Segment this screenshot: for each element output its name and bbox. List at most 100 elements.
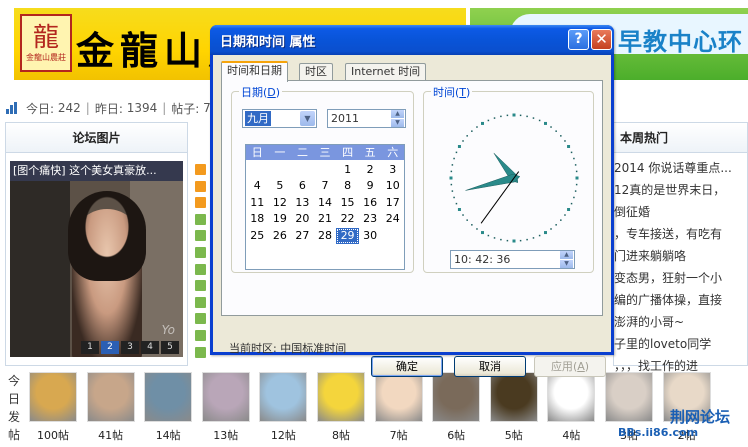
time-spinner[interactable]: 10: 42: 36 ▲ ▼	[450, 250, 575, 269]
poster-avatar[interactable]: 13帖	[200, 372, 252, 447]
calendar-day[interactable]: 3	[381, 162, 404, 178]
clock-minute-tick	[462, 214, 464, 216]
clock-minute-tick	[564, 140, 566, 142]
avatar[interactable]	[144, 372, 193, 422]
spin-down-icon[interactable]: ▼	[560, 260, 573, 268]
weekday-label: 二	[296, 146, 308, 159]
poster-avatar[interactable]: 4帖	[545, 372, 597, 447]
pager-page[interactable]: 5	[161, 341, 179, 354]
calendar-day[interactable]: 10	[381, 178, 404, 194]
calendar-day[interactable]: 26	[269, 228, 292, 244]
clock-minute-tick	[519, 239, 522, 242]
poster-avatar[interactable]: 14帖	[142, 372, 194, 447]
avatar[interactable]	[432, 372, 481, 422]
ok-button[interactable]: 确定	[371, 356, 443, 377]
tab-date-time[interactable]: 时间和日期	[221, 61, 288, 82]
site-brand[interactable]: 荆网论坛 BBs.ii86.com	[618, 404, 748, 447]
calendar-day[interactable]: 1	[336, 162, 359, 178]
calendar-day[interactable]: 18	[246, 211, 269, 227]
calendar-day[interactable]: 11	[246, 195, 269, 211]
rank-marker	[195, 329, 206, 341]
clock-minute-tick	[471, 224, 473, 226]
rank-marker	[195, 263, 206, 275]
poster-avatar[interactable]: 100帖	[27, 372, 79, 447]
hot-topic-link[interactable]: 门进来躺躺咯	[614, 245, 747, 267]
calendar-day[interactable]: 12	[269, 195, 292, 211]
poster-avatar[interactable]: 6帖	[430, 372, 482, 447]
calendar-day[interactable]: 16	[359, 195, 382, 211]
avatar[interactable]	[317, 372, 365, 422]
clock-minute-tick	[462, 140, 464, 142]
hot-topic-link[interactable]: 编的广播体操，直接	[614, 289, 747, 311]
calendar-day[interactable]: 19	[269, 211, 292, 227]
calendar-day[interactable]: 28	[314, 228, 337, 244]
calendar-day[interactable]: 15	[336, 195, 359, 211]
calendar-day[interactable]: 23	[359, 211, 382, 227]
poster-avatar[interactable]: 5帖	[488, 372, 540, 447]
calendar-day[interactable]: 27	[291, 228, 314, 244]
minute-hand	[465, 173, 521, 191]
current-timezone: 当前时区: 中国标准时间	[229, 340, 346, 356]
avatar[interactable]	[547, 372, 596, 422]
avatar[interactable]	[489, 372, 538, 422]
avatar[interactable]	[374, 372, 423, 422]
hot-topic-link[interactable]: 澎湃的小哥~	[614, 311, 747, 333]
weekday-label: 六	[387, 146, 399, 159]
calendar-day[interactable]: 22	[336, 211, 359, 227]
calendar-day[interactable]: 9	[359, 178, 382, 194]
spin-up-icon[interactable]: ▲	[560, 251, 573, 259]
year-spinner[interactable]: 2011 ▲ ▼	[327, 109, 406, 128]
weekday-label: 三	[319, 146, 331, 159]
hot-topic-link[interactable]: 子里的loveto同学	[614, 333, 747, 355]
calendar-day[interactable]: 2	[359, 162, 382, 178]
avatar[interactable]	[259, 372, 308, 422]
poster-avatar[interactable]: 8帖	[315, 372, 367, 447]
poster-avatar[interactable]: 41帖	[85, 372, 137, 447]
month-select[interactable]: 九月 ▼	[242, 109, 317, 128]
calendar-day[interactable]: 20	[291, 211, 314, 227]
dialog-titlebar[interactable]: 日期和时间 属性 ? ✕	[210, 25, 614, 55]
yesterday-value: 1394	[126, 101, 158, 115]
apply-button[interactable]: 应用(A)	[534, 356, 606, 377]
calendar-day[interactable]: 6	[291, 178, 314, 194]
close-button[interactable]: ✕	[591, 29, 612, 50]
pager-page[interactable]: 3	[121, 341, 139, 354]
calendar-day[interactable]: 25	[246, 228, 269, 244]
rank-marker	[195, 246, 206, 258]
calendar-day[interactable]: 29	[336, 227, 359, 244]
featured-photo[interactable]: [图个痛快] 这个美女真豪放... Yo 12345	[10, 161, 183, 357]
tab-internet-time[interactable]: Internet 时间	[345, 63, 427, 81]
calendar-day[interactable]: 21	[314, 211, 337, 227]
pager-page[interactable]: 1	[81, 341, 99, 354]
pager-page[interactable]: 2	[101, 341, 119, 354]
calendar-day[interactable]: 17	[381, 195, 404, 211]
spin-down-icon[interactable]: ▼	[391, 119, 404, 127]
clock-minute-tick	[532, 117, 535, 119]
calendar-day[interactable]: 7	[314, 178, 337, 194]
photo-caption[interactable]: [图个痛快] 这个美女真豪放...	[10, 161, 183, 181]
hot-topic-link[interactable]: 倒征婚	[614, 201, 747, 223]
calendar-day[interactable]: 30	[359, 228, 382, 244]
calendar-day[interactable]: 4	[246, 178, 269, 194]
avatar[interactable]	[201, 372, 250, 422]
avatar[interactable]	[29, 372, 77, 422]
hot-topic-link[interactable]: ，专车接送，有吃有	[614, 223, 747, 245]
poster-avatar[interactable]: 7帖	[373, 372, 425, 447]
calendar-day[interactable]: 5	[269, 178, 292, 194]
calendar-day[interactable]: 24	[381, 211, 404, 227]
poster-avatar[interactable]: 12帖	[257, 372, 309, 447]
help-button[interactable]: ?	[568, 29, 589, 50]
hot-topic-link[interactable]: 2014 你说话尊重点...	[614, 157, 747, 179]
pager-page[interactable]: 4	[141, 341, 159, 354]
tab-timezone[interactable]: 时区	[299, 63, 333, 81]
chevron-down-icon[interactable]: ▼	[300, 111, 315, 126]
spin-up-icon[interactable]: ▲	[391, 110, 404, 118]
hot-topic-link[interactable]: 变态男，狂射一个小	[614, 267, 747, 289]
calendar-day[interactable]: 14	[314, 195, 337, 211]
calendar-day[interactable]: 13	[291, 195, 314, 211]
hot-topic-link[interactable]: 12真的是世界末日，	[614, 179, 747, 201]
clock-minute-tick	[506, 114, 509, 117]
cancel-button[interactable]: 取消	[454, 356, 526, 377]
avatar[interactable]	[86, 372, 135, 422]
calendar-day[interactable]: 8	[336, 178, 359, 194]
